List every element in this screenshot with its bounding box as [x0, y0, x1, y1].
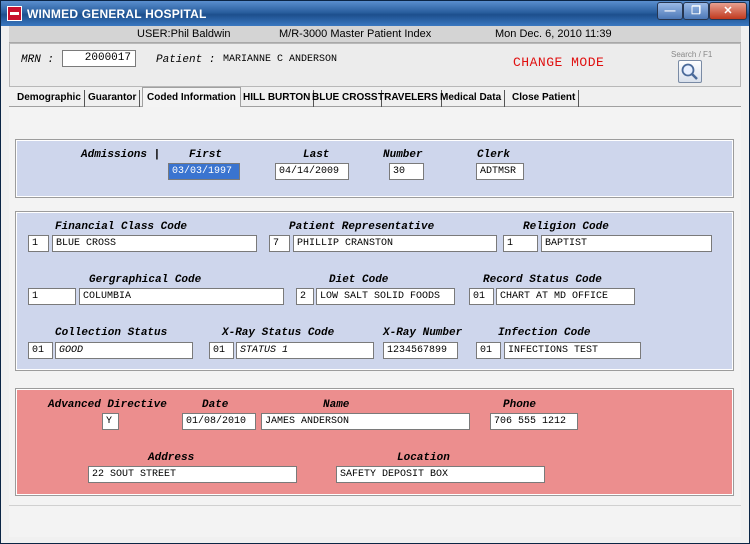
patient-header: MRN : 2000017 Patient : MARIANNE C ANDER…	[9, 43, 741, 87]
user-label: USER:Phil Baldwin	[137, 28, 231, 40]
directive-name-field[interactable]: JAMES ANDERSON	[261, 413, 470, 430]
tab-hill-burton[interactable]: HILL BURTON	[240, 90, 315, 107]
maximize-button[interactable]: ❐	[683, 2, 709, 20]
collection-status-label: Collection Status	[55, 327, 168, 339]
first-label: First	[189, 149, 223, 161]
geographical-code-field[interactable]: 1	[28, 288, 76, 305]
xray-number-field[interactable]: 1234567899	[383, 342, 458, 359]
patient-rep-code-field[interactable]: 7	[269, 235, 290, 252]
tab-travelers[interactable]: TRAVELERS	[375, 90, 442, 107]
hospital-cross-icon	[7, 6, 22, 21]
clerk-label: Clerk	[477, 149, 511, 161]
app-window: WINMED GENERAL HOSPITAL — ❐ ✕ USER:Phil …	[0, 0, 750, 544]
codes-panel: Financial Class Code 1 BLUE CROSS Patien…	[15, 211, 734, 371]
collection-status-desc-field[interactable]: GOOD	[55, 342, 193, 359]
directive-date-label: Date	[202, 399, 229, 411]
tab-medical-data[interactable]: Medical Data	[437, 90, 506, 107]
diet-desc-field[interactable]: LOW SALT SOLID FOODS	[316, 288, 455, 305]
infection-desc-field[interactable]: INFECTIONS TEST	[504, 342, 641, 359]
xray-status-code-field[interactable]: 01	[209, 342, 234, 359]
xray-status-desc-field[interactable]: STATUS 1	[236, 342, 374, 359]
financial-class-code-field[interactable]: 1	[28, 235, 49, 252]
record-status-desc-field[interactable]: CHART AT MD OFFICE	[496, 288, 635, 305]
directive-location-field[interactable]: SAFETY DEPOSIT BOX	[336, 466, 545, 483]
tab-guarantor[interactable]: Guarantor	[85, 90, 141, 107]
admissions-label: Admissions |	[81, 149, 161, 161]
magnifier-icon	[681, 63, 698, 80]
tab-close-patient[interactable]: Close Patient	[509, 90, 580, 107]
change-mode-indicator: CHANGE MODE	[513, 55, 605, 70]
diet-code-label: Diet Code	[329, 274, 389, 286]
title-bar[interactable]: WINMED GENERAL HOSPITAL — ❐ ✕	[1, 1, 749, 26]
directive-name-label: Name	[323, 399, 350, 411]
directive-phone-field[interactable]: 706 555 1212	[490, 413, 578, 430]
financial-class-desc-field[interactable]: BLUE CROSS	[52, 235, 257, 252]
advanced-directive-field[interactable]: Y	[102, 413, 119, 430]
patient-rep-desc-field[interactable]: PHILLIP CRANSTON	[293, 235, 497, 252]
directive-address-field[interactable]: 22 SOUT STREET	[88, 466, 297, 483]
financial-class-label: Financial Class Code	[55, 221, 188, 233]
user-bar: USER:Phil Baldwin M/R-3000 Master Patien…	[9, 26, 741, 43]
advanced-directive-panel: Advanced Directive Y Date 01/08/2010 Nam…	[15, 388, 734, 496]
window-title: WINMED GENERAL HOSPITAL	[27, 7, 207, 21]
geographical-desc-field[interactable]: COLUMBIA	[79, 288, 284, 305]
clerk-field[interactable]: ADTMSR	[476, 163, 524, 180]
coded-information-content: Admissions | First 03/03/1997 Last 04/14…	[9, 107, 741, 537]
patient-label: Patient :	[156, 54, 216, 66]
bottom-divider	[9, 505, 741, 506]
xray-number-label: X-Ray Number	[383, 327, 463, 339]
patient-rep-label: Patient Representative	[289, 221, 435, 233]
diet-code-field[interactable]: 2	[296, 288, 314, 305]
admissions-panel: Admissions | First 03/03/1997 Last 04/14…	[15, 139, 734, 198]
minimize-icon: —	[664, 5, 676, 17]
religion-desc-field[interactable]: BAPTIST	[541, 235, 712, 252]
admission-number-field[interactable]: 30	[389, 163, 424, 180]
last-label: Last	[303, 149, 330, 161]
advanced-directive-label: Advanced Directive	[48, 399, 167, 411]
mrn-label: MRN :	[21, 54, 55, 66]
module-label: M/R-3000 Master Patient Index	[279, 28, 432, 40]
religion-code-field[interactable]: 1	[503, 235, 538, 252]
tab-blue-cross[interactable]: BLUE CROSS	[309, 90, 382, 107]
last-admission-field[interactable]: 04/14/2009	[275, 163, 349, 180]
number-label: Number	[383, 149, 423, 161]
maximize-icon: ❐	[691, 5, 701, 17]
geographical-code-label: Gergraphical Code	[89, 274, 202, 286]
search-label: Search / F1	[671, 50, 713, 59]
record-status-label: Record Status Code	[483, 274, 602, 286]
infection-code-label: Infection Code	[498, 327, 591, 339]
directive-date-field[interactable]: 01/08/2010	[182, 413, 256, 430]
minimize-button[interactable]: —	[657, 2, 683, 20]
directive-phone-label: Phone	[503, 399, 537, 411]
tab-coded-information[interactable]: Coded Information	[142, 87, 241, 108]
xray-status-label: X-Ray Status Code	[222, 327, 335, 339]
close-button[interactable]: ✕	[709, 2, 747, 20]
collection-status-code-field[interactable]: 01	[28, 342, 53, 359]
directive-location-label: Location	[397, 452, 450, 464]
record-status-code-field[interactable]: 01	[469, 288, 494, 305]
infection-code-field[interactable]: 01	[476, 342, 501, 359]
first-admission-field[interactable]: 03/03/1997	[168, 163, 240, 180]
patient-name: MARIANNE C ANDERSON	[223, 54, 338, 65]
mrn-field[interactable]: 2000017	[62, 50, 136, 67]
tab-demographic[interactable]: Demographic	[14, 90, 85, 107]
close-icon: ✕	[723, 5, 733, 17]
datetime-label: Mon Dec. 6, 2010 11:39	[495, 28, 612, 40]
search-button[interactable]	[678, 60, 702, 83]
directive-address-label: Address	[148, 452, 195, 464]
religion-code-label: Religion Code	[523, 221, 609, 233]
tab-bar: Demographic Guarantor Coded Information …	[9, 87, 741, 108]
